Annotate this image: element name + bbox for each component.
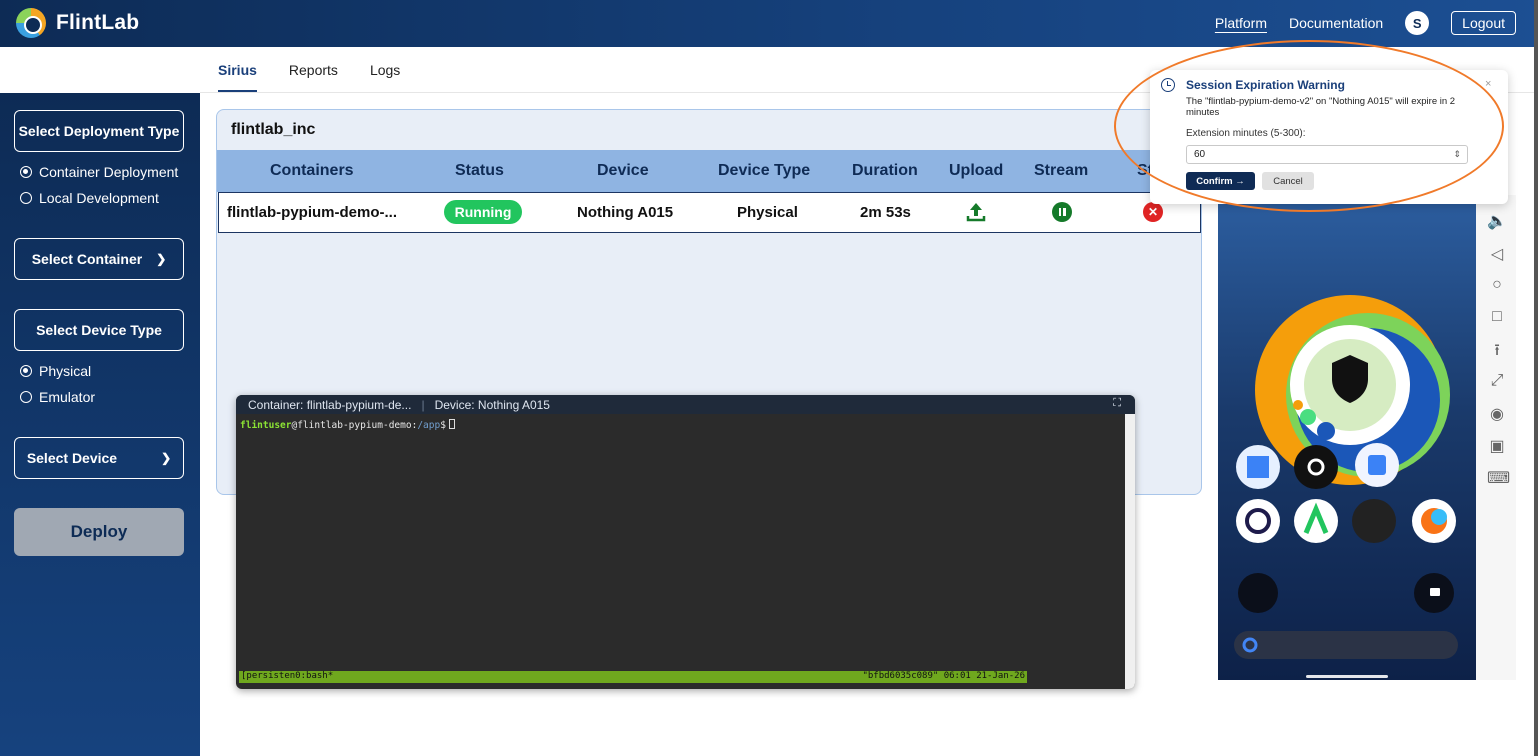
volume-icon[interactable]: 🔈 [1487,211,1507,231]
flintlab-logo-icon [16,8,46,38]
chevron-down-icon: ❯ [161,451,172,465]
select-device-label: Select Device [26,450,118,466]
col-status: Status [455,162,504,179]
home-icon[interactable]: ○ [1487,276,1507,294]
tab-logs[interactable]: Logs [370,62,400,92]
col-stream: Stream [1034,162,1089,179]
record-icon[interactable]: ◉ [1487,404,1507,424]
cancel-button[interactable]: Cancel [1262,172,1314,190]
table-row[interactable]: flintlab-pypium-demo-... Running Nothing… [218,192,1201,233]
radio-label: Local Development [39,190,159,206]
col-device: Device [597,162,649,179]
terminal-device-value: Nothing A015 [477,397,550,412]
radio-selected-icon [20,365,32,377]
stop-icon[interactable]: ✕ [1143,202,1163,222]
tmux-status-bar: [persisten0:bash* "bfbd6035c089" 06:01 2… [239,671,1027,683]
warning-title: Session Expiration Warning [1186,78,1345,92]
radio-selected-icon [20,166,32,178]
radio-label: Emulator [39,389,96,405]
terminal-window[interactable]: Container: flintlab-pypium-de... | Devic… [236,395,1135,689]
radio-label: Container Deployment [39,164,179,180]
device-type-label: Select Device Type [36,322,162,338]
col-containers: Containers [270,162,354,179]
terminal-cursor [448,419,455,429]
prompt-host: @flintlab-pypium-demo: [291,420,418,431]
tab-reports[interactable]: Reports [289,62,338,92]
expand-icon[interactable]: ⤢ [1487,372,1507,390]
device-home-screen [1234,295,1458,678]
device-type-button[interactable]: Select Device Type [14,309,184,351]
extension-value: 60 [1194,149,1206,160]
cell-device: Nothing A015 [577,204,674,221]
stepper-icon[interactable]: ⇕ [1453,146,1461,163]
tmux-clock: "bfbd6035c089" 06:01 21-Jan-26 [862,671,1025,681]
org-title: flintlab_inc [231,121,316,138]
terminal-container-value: flintlab-pypium-de... [306,397,412,412]
keyboard-icon[interactable]: ⌨ [1487,468,1510,488]
brand[interactable]: FlintLab [16,8,139,38]
tab-sirius[interactable]: Sirius [218,62,257,92]
select-device-dropdown[interactable]: Select Device ❯ [14,437,184,479]
col-device-type: Device Type [718,162,811,179]
radio-local-development[interactable]: Local Development [20,190,159,206]
clock-icon [1161,78,1175,92]
terminal-header: Container: flintlab-pypium-de... | Devic… [236,395,1135,414]
cell-device-type: Physical [737,204,798,221]
status-badge: Running [444,200,522,224]
tab-bar: Sirius Reports Logs [218,62,400,92]
nav-platform[interactable]: Platform [1215,15,1267,31]
radio-physical[interactable]: Physical [20,363,91,379]
terminal-prompt: flintuser@flintlab-pypium-demo:/app$ [240,419,455,431]
sidebar: Select Deployment Type Container Deploym… [0,93,200,756]
radio-container-deployment[interactable]: Container Deployment [20,164,178,180]
screenshot-icon[interactable]: ▣ [1487,436,1507,456]
top-nav: Platform Documentation S Logout [1215,11,1516,35]
terminal-container-label: Container: [248,397,304,412]
radio-emulator[interactable]: Emulator [20,389,95,405]
close-icon[interactable]: × [1485,78,1491,90]
col-duration: Duration [852,162,918,179]
radio-unselected-icon [20,192,32,204]
prompt-suffix: $ [440,420,446,431]
radio-unselected-icon [20,391,32,403]
chevron-down-icon: ❯ [156,252,167,266]
prompt-path: /app [417,420,441,431]
upload-icon[interactable] [964,200,988,224]
window-edge [1534,0,1538,756]
select-container-label: Select Container [31,251,143,267]
confirm-button[interactable]: Confirm → [1186,172,1255,190]
col-upload: Upload [949,162,1004,179]
terminal-device-label: Device: [434,397,475,412]
pause-stream-icon[interactable] [1052,202,1072,222]
avatar[interactable]: S [1405,11,1430,35]
select-container-dropdown[interactable]: Select Container ❯ [14,238,184,280]
logout-button[interactable]: Logout [1451,11,1516,35]
top-bar: FlintLab Platform Documentation S Logout [0,0,1538,47]
warning-message: The "flintlab-pypium-demo-v2" on "Nothin… [1186,96,1456,118]
table-header: Containers Status Device Device Type Dur… [217,150,1201,192]
deployment-type-button[interactable]: Select Deployment Type [14,110,184,152]
extension-minutes-input[interactable]: 60 ⇕ [1186,145,1468,164]
device-screen[interactable] [1218,195,1476,680]
deploy-button[interactable]: Deploy [14,508,184,556]
tmux-session: [persisten0:bash* [241,671,334,681]
recents-icon[interactable]: □ [1487,308,1507,326]
prompt-user: flintuser [240,420,292,431]
fullscreen-icon[interactable]: ⛶ [1113,397,1121,410]
nav-documentation[interactable]: Documentation [1289,15,1383,31]
terminal-scrollbar[interactable] [1125,414,1135,689]
cell-container: flintlab-pypium-demo-... [227,204,397,221]
header-divider: | [421,397,425,412]
cell-duration: 2m 53s [860,204,911,221]
deployment-type-label: Select Deployment Type [18,123,180,139]
session-warning-dialog: Session Expiration Warning × The "flintl… [1150,70,1508,204]
extension-label: Extension minutes (5-300): [1186,128,1306,139]
radio-label: Physical [39,363,92,379]
brand-name: FlintLab [56,11,140,34]
upload-file-icon[interactable]: ⭱ [1487,339,1507,366]
back-icon[interactable]: ◁ [1487,244,1507,264]
